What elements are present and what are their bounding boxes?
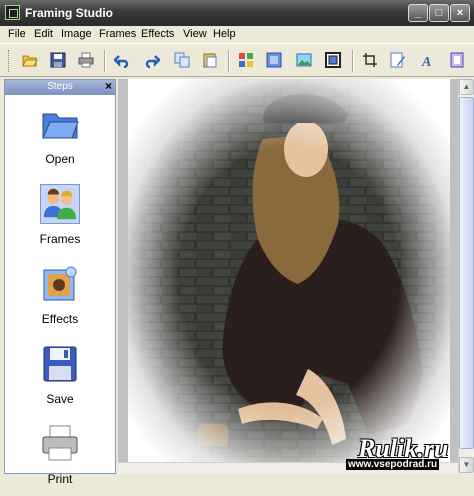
step-frames[interactable]: Frames — [5, 184, 115, 256]
paste-icon[interactable] — [202, 52, 218, 68]
menu-help[interactable]: Help — [213, 28, 236, 40]
open-icon[interactable] — [22, 52, 38, 68]
step-label: Save — [46, 392, 74, 406]
text-icon[interactable]: A — [420, 52, 436, 68]
minimize-icon: _ — [414, 7, 422, 19]
menu-image[interactable]: Image — [61, 28, 92, 40]
print-icon[interactable] — [78, 52, 94, 68]
menu-bar: File Edit Image Frames Effects View Help — [0, 26, 474, 43]
menu-frames[interactable]: Frames — [99, 28, 136, 40]
step-label: Open — [45, 152, 75, 166]
crop-icon[interactable] — [362, 52, 378, 68]
scroll-up-button[interactable]: ▲ — [459, 79, 474, 95]
watermark: Rulik.ru www.vsepodrad.ru — [346, 434, 474, 474]
steps-panel-header: Steps × — [5, 79, 115, 95]
step-label: Effects — [41, 312, 79, 326]
save-icon[interactable] — [50, 52, 66, 68]
minimize-button[interactable]: _ — [408, 4, 428, 22]
step-effects[interactable]: Effects — [5, 264, 115, 336]
undo-icon[interactable] — [114, 52, 130, 68]
toolbar-separator — [228, 50, 230, 72]
color-fill-icon[interactable] — [266, 52, 282, 68]
chevron-up-icon: ▲ — [462, 82, 471, 91]
step-label: Print — [47, 472, 73, 486]
maximize-button[interactable]: □ — [429, 4, 449, 22]
menu-edit[interactable]: Edit — [34, 28, 53, 40]
canvas-area[interactable] — [118, 79, 458, 462]
close-button[interactable]: × — [450, 4, 470, 22]
floppy-disk-icon — [43, 346, 77, 382]
folder-icon — [42, 113, 79, 139]
border-icon[interactable] — [325, 52, 341, 68]
vertical-scrollbar[interactable]: ▲ ▼ — [458, 79, 474, 474]
title-bar: Framing Studio _ □ × — [0, 0, 474, 26]
users-icon — [40, 184, 80, 224]
steps-panel: Steps × Open Frames Effects Save Print — [4, 79, 116, 486]
picture-icon[interactable] — [296, 52, 312, 68]
step-open[interactable]: Open — [5, 104, 115, 176]
app-icon — [5, 5, 20, 20]
svg-text:A: A — [421, 55, 431, 68]
printer-icon — [42, 425, 78, 461]
close-icon: × — [456, 7, 464, 19]
frame-select-icon[interactable] — [238, 52, 254, 68]
window-title: Framing Studio — [25, 6, 113, 20]
maximize-icon: □ — [435, 7, 443, 19]
menu-view[interactable]: View — [183, 28, 207, 40]
effects-icon — [43, 266, 77, 301]
menu-file[interactable]: File — [8, 28, 26, 40]
step-print[interactable]: Print — [5, 424, 115, 496]
steps-panel-close-icon[interactable]: × — [105, 79, 112, 93]
edit-image-icon[interactable] — [390, 52, 406, 68]
toolbar-separator — [104, 50, 106, 72]
copy-icon[interactable] — [174, 52, 190, 68]
step-save[interactable]: Save — [5, 344, 115, 416]
toolbar-separator — [352, 50, 354, 72]
watermark-site: www.vsepodrad.ru — [346, 459, 440, 470]
framed-photo[interactable] — [128, 79, 450, 462]
toolbar-grip[interactable] — [8, 50, 12, 72]
redo-icon[interactable] — [144, 52, 160, 68]
step-label: Frames — [39, 232, 81, 246]
layer-icon[interactable] — [449, 52, 465, 68]
steps-panel-title: Steps — [47, 81, 73, 92]
scroll-thumb[interactable] — [459, 97, 474, 449]
menu-effects[interactable]: Effects — [141, 28, 174, 40]
toolbar: A — [0, 43, 474, 77]
